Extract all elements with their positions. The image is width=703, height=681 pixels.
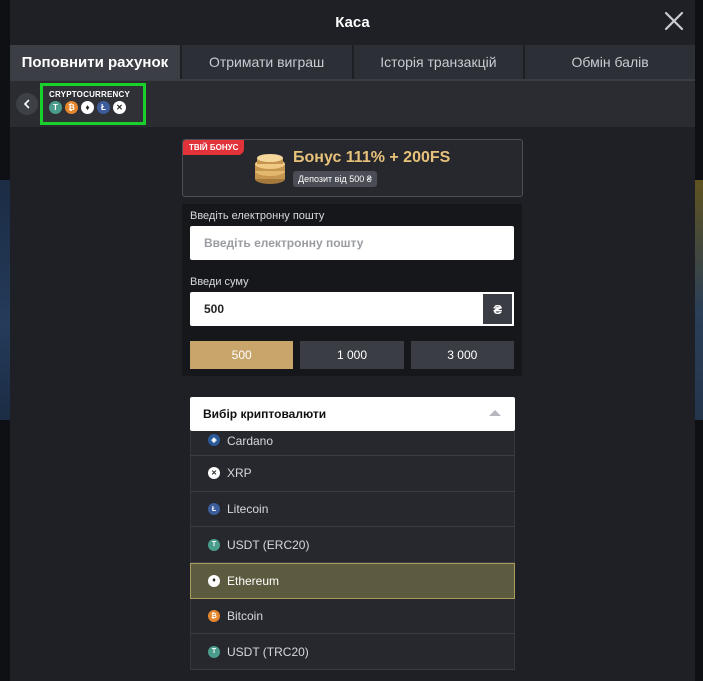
deposit-minimum-note: Депозит від 500 ₴ [293,171,377,187]
bitcoin-icon: ₿ [65,101,78,114]
tether-icon: T [208,645,220,658]
modal-title: Каса [335,13,370,31]
preset-amount-3000[interactable]: 3 000 [410,341,514,369]
deposit-form: Введіть електронну пошту Введи суму ₴ 50… [182,204,522,376]
bonus-title: Бонус 111% + 200FS [293,149,451,166]
tab-points-exchange[interactable]: Обмін балів [525,45,695,79]
crypto-option-cardano[interactable]: ◈ Cardano [190,431,515,456]
back-button[interactable] [16,93,38,115]
bonus-badge: ТВІЙ БОНУС [183,140,245,155]
crypto-option-bitcoin[interactable]: ₿ Bitcoin [190,598,515,635]
amount-label: Введи суму [190,276,249,288]
modal-header: Каса [10,0,695,44]
crypto-option-label: XRP [227,466,252,481]
crypto-option-litecoin[interactable]: Ł Litecoin [190,491,515,528]
litecoin-icon: Ł [208,503,220,516]
amount-input[interactable] [190,292,484,326]
cryptocurrency-label: CRYPTOCURRENCY [49,90,131,99]
cashier-modal: Каса Поповнити рахунок Отримати виграш І… [10,0,695,681]
tether-icon: T [208,538,220,551]
crypto-option-label: Litecoin [227,502,269,517]
currency-selector[interactable]: ₴ [483,292,514,326]
close-icon [664,11,684,31]
crypto-icons-row: T ₿ ♦ Ł ✕ [49,101,137,114]
crypto-option-xrp[interactable]: ✕ XRP [190,456,515,492]
bonus-card: ТВІЙ БОНУС Бонус 111% + 200FS Депозит ві… [182,139,523,197]
crypto-option-label: USDT (TRC20) [227,644,309,659]
email-field[interactable] [190,226,514,260]
amount-row: ₴ [190,292,514,326]
chevron-up-icon [489,410,501,416]
ethereum-icon: ♦ [208,574,220,587]
preset-amount-1000[interactable]: 1 000 [300,341,404,369]
ethereum-icon: ♦ [81,101,94,114]
close-button[interactable] [663,10,685,32]
crypto-option-usdt-erc20[interactable]: T USDT (ERC20) [190,527,515,564]
tab-withdraw[interactable]: Отримати виграш [181,45,352,79]
coins-icon [255,154,285,184]
crypto-dropdown: Вибір криптовалюти ◈ Cardano ✕ XRP Ł Lit… [190,397,515,681]
crypto-option-ethereum[interactable]: ♦ Ethereum [190,563,515,599]
crypto-option-usdt-trc20[interactable]: T USDT (TRC20) [190,634,515,671]
chevron-left-icon [23,99,30,109]
cardano-icon: ◈ [208,434,220,446]
tab-deposit[interactable]: Поповнити рахунок [10,45,180,79]
tether-icon: T [49,101,62,114]
crypto-option-label: Bitcoin [227,609,264,624]
tab-history[interactable]: Історія транзакцій [353,45,524,79]
payment-method-bar: CRYPTOCURRENCY T ₿ ♦ Ł ✕ [10,81,695,127]
litecoin-icon: Ł [97,101,110,114]
xrp-icon: ✕ [113,101,126,114]
xrp-icon: ✕ [208,467,220,480]
crypto-dropdown-title: Вибір криптовалюти [203,407,327,421]
crypto-option-label: Cardano [227,434,274,448]
crypto-dropdown-header[interactable]: Вибір криптовалюти [190,397,515,431]
email-label: Введіть електронну пошту [190,210,325,222]
bitcoin-icon: ₿ [208,610,220,623]
deposit-content: ТВІЙ БОНУС Бонус 111% + 200FS Депозит ві… [10,127,695,681]
crypto-option-label: Ethereum [227,573,280,588]
preset-amount-500[interactable]: 500 [190,341,294,369]
crypto-option-label: USDT (ERC20) [227,537,310,552]
tab-bar: Поповнити рахунок Отримати виграш Історі… [10,45,695,81]
cryptocurrency-method-chip[interactable]: CRYPTOCURRENCY T ₿ ♦ Ł ✕ [40,83,146,125]
amount-presets: 500 1 000 3 000 [190,341,514,369]
